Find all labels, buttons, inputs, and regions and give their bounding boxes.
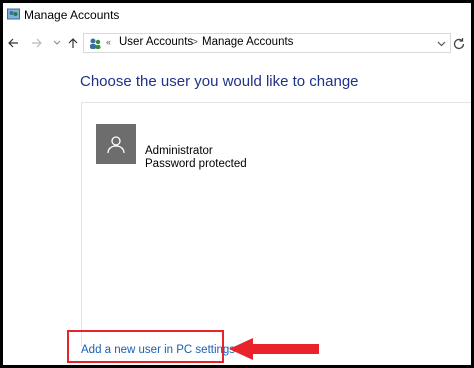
- window-title: Manage Accounts: [24, 8, 120, 22]
- address-bar[interactable]: « User Accounts > Manage Accounts: [83, 33, 451, 53]
- account-tile-administrator[interactable]: [96, 124, 136, 164]
- breadcrumb-separator[interactable]: >: [192, 37, 198, 48]
- refresh-icon[interactable]: [451, 36, 467, 52]
- account-status: Password protected: [145, 158, 247, 170]
- control-panel-users-icon: [7, 8, 20, 20]
- title-bar: Manage Accounts: [3, 3, 471, 28]
- manage-accounts-window: Manage Accounts « User Accounts > Manage…: [3, 3, 471, 365]
- chevron-down-icon[interactable]: [434, 36, 448, 50]
- page-title: Choose the user you would like to change: [80, 73, 359, 90]
- recent-dropdown-icon[interactable]: [49, 35, 65, 51]
- add-new-user-link[interactable]: Add a new user in PC settings: [81, 344, 235, 356]
- breadcrumb-user-accounts[interactable]: User Accounts: [119, 36, 193, 48]
- breadcrumb-manage-accounts[interactable]: Manage Accounts: [202, 36, 293, 48]
- account-name[interactable]: Administrator: [145, 145, 213, 157]
- red-left-arrow-icon: [229, 338, 319, 360]
- up-arrow-icon[interactable]: [65, 35, 81, 51]
- accounts-panel: [81, 102, 471, 347]
- back-arrow-icon[interactable]: [5, 35, 21, 51]
- forward-arrow-icon[interactable]: [29, 35, 45, 51]
- navigation-bar: « User Accounts > Manage Accounts: [3, 30, 471, 56]
- user-accounts-icon: [90, 38, 101, 49]
- user-silhouette-icon: [107, 136, 125, 154]
- breadcrumb-overflow[interactable]: «: [106, 37, 111, 47]
